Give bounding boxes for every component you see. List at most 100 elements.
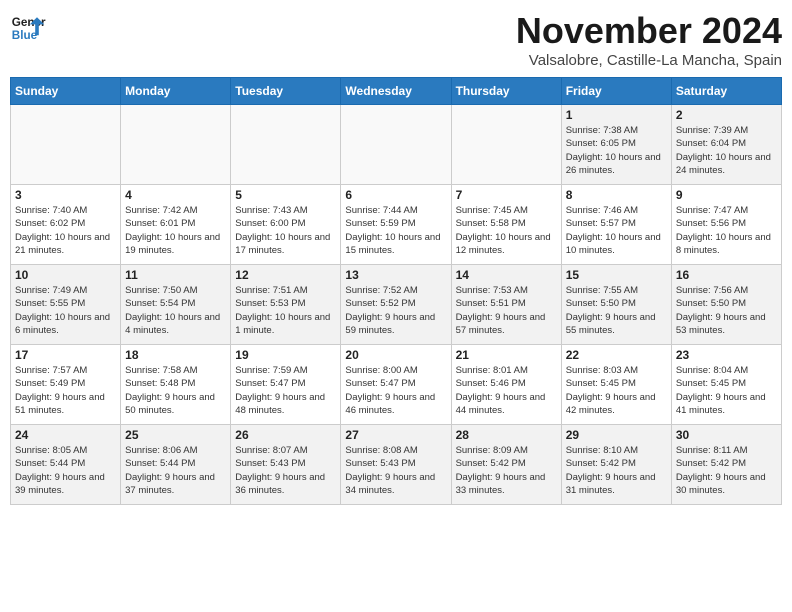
day-info: Sunrise: 7:38 AM Sunset: 6:05 PM Dayligh… — [566, 124, 667, 177]
day-info: Sunrise: 8:09 AM Sunset: 5:42 PM Dayligh… — [456, 444, 557, 497]
calendar-cell: 18 Sunrise: 7:58 AM Sunset: 5:48 PM Dayli… — [121, 345, 231, 425]
weekday-header: Saturday — [671, 78, 781, 105]
calendar-cell: 20 Sunrise: 8:00 AM Sunset: 5:47 PM Dayli… — [341, 345, 451, 425]
calendar-cell: 7 Sunrise: 7:45 AM Sunset: 5:58 PM Daylig… — [451, 185, 561, 265]
day-info: Sunrise: 8:06 AM Sunset: 5:44 PM Dayligh… — [125, 444, 226, 497]
day-number: 5 — [235, 188, 336, 202]
day-number: 16 — [676, 268, 777, 282]
calendar-cell: 9 Sunrise: 7:47 AM Sunset: 5:56 PM Daylig… — [671, 185, 781, 265]
day-info: Sunrise: 7:56 AM Sunset: 5:50 PM Dayligh… — [676, 284, 777, 337]
calendar-cell: 23Sunrise: 8:04 AM Sunset: 5:45 PM Dayli… — [671, 345, 781, 425]
weekday-header: Thursday — [451, 78, 561, 105]
calendar-cell: 14 Sunrise: 7:53 AM Sunset: 5:51 PM Dayli… — [451, 265, 561, 345]
day-number: 9 — [676, 188, 777, 202]
calendar-cell — [121, 105, 231, 185]
logo-icon: General Blue — [10, 10, 46, 46]
calendar-cell: 12Sunrise: 7:51 AM Sunset: 5:53 PM Dayli… — [231, 265, 341, 345]
day-info: Sunrise: 7:53 AM Sunset: 5:51 PM Dayligh… — [456, 284, 557, 337]
day-info: Sunrise: 7:47 AM Sunset: 5:56 PM Dayligh… — [676, 204, 777, 257]
calendar-cell — [11, 105, 121, 185]
day-info: Sunrise: 7:57 AM Sunset: 5:49 PM Dayligh… — [15, 364, 116, 417]
calendar-cell: 4Sunrise: 7:42 AM Sunset: 6:01 PM Daylig… — [121, 185, 231, 265]
day-info: Sunrise: 7:44 AM Sunset: 5:59 PM Dayligh… — [345, 204, 446, 257]
day-number: 17 — [15, 348, 116, 362]
calendar-week-row: 17 Sunrise: 7:57 AM Sunset: 5:49 PM Dayli… — [11, 345, 782, 425]
calendar-cell: 6 Sunrise: 7:44 AM Sunset: 5:59 PM Daylig… — [341, 185, 451, 265]
day-info: Sunrise: 8:00 AM Sunset: 5:47 PM Dayligh… — [345, 364, 446, 417]
day-number: 24 — [15, 428, 116, 442]
day-number: 22 — [566, 348, 667, 362]
title-area: November 2024 Valsalobre, Castille-La Ma… — [516, 10, 782, 69]
day-info: Sunrise: 8:08 AM Sunset: 5:43 PM Dayligh… — [345, 444, 446, 497]
calendar-cell: 30Sunrise: 8:11 AM Sunset: 5:42 PM Dayli… — [671, 425, 781, 505]
day-info: Sunrise: 7:40 AM Sunset: 6:02 PM Dayligh… — [15, 204, 116, 257]
calendar-week-row: 3 Sunrise: 7:40 AM Sunset: 6:02 PM Daylig… — [11, 185, 782, 265]
calendar-cell — [451, 105, 561, 185]
svg-text:Blue: Blue — [12, 29, 38, 42]
calendar-cell: 10 Sunrise: 7:49 AM Sunset: 5:55 PM Dayli… — [11, 265, 121, 345]
day-info: Sunrise: 8:10 AM Sunset: 5:42 PM Dayligh… — [566, 444, 667, 497]
day-number: 21 — [456, 348, 557, 362]
weekday-header: Tuesday — [231, 78, 341, 105]
day-info: Sunrise: 7:45 AM Sunset: 5:58 PM Dayligh… — [456, 204, 557, 257]
calendar-header-row: SundayMondayTuesdayWednesdayThursdayFrid… — [11, 78, 782, 105]
day-info: Sunrise: 8:01 AM Sunset: 5:46 PM Dayligh… — [456, 364, 557, 417]
day-number: 8 — [566, 188, 667, 202]
month-title: November 2024 — [516, 10, 782, 52]
day-number: 29 — [566, 428, 667, 442]
weekday-header: Monday — [121, 78, 231, 105]
calendar-week-row: 24 Sunrise: 8:05 AM Sunset: 5:44 PM Dayli… — [11, 425, 782, 505]
calendar-cell: 8Sunrise: 7:46 AM Sunset: 5:57 PM Daylig… — [561, 185, 671, 265]
day-info: Sunrise: 7:43 AM Sunset: 6:00 PM Dayligh… — [235, 204, 336, 257]
weekday-header: Sunday — [11, 78, 121, 105]
calendar-cell: 29 Sunrise: 8:10 AM Sunset: 5:42 PM Dayli… — [561, 425, 671, 505]
day-number: 18 — [125, 348, 226, 362]
day-info: Sunrise: 7:55 AM Sunset: 5:50 PM Dayligh… — [566, 284, 667, 337]
day-number: 10 — [15, 268, 116, 282]
calendar-cell: 15Sunrise: 7:55 AM Sunset: 5:50 PM Dayli… — [561, 265, 671, 345]
calendar-cell: 19Sunrise: 7:59 AM Sunset: 5:47 PM Dayli… — [231, 345, 341, 425]
day-number: 7 — [456, 188, 557, 202]
calendar-week-row: 10 Sunrise: 7:49 AM Sunset: 5:55 PM Dayli… — [11, 265, 782, 345]
day-number: 1 — [566, 108, 667, 122]
day-number: 13 — [345, 268, 446, 282]
calendar-cell: 28 Sunrise: 8:09 AM Sunset: 5:42 PM Dayli… — [451, 425, 561, 505]
calendar-cell: 1 Sunrise: 7:38 AM Sunset: 6:05 PM Daylig… — [561, 105, 671, 185]
page-header: General Blue November 2024 Valsalobre, C… — [10, 10, 782, 69]
day-info: Sunrise: 7:50 AM Sunset: 5:54 PM Dayligh… — [125, 284, 226, 337]
calendar-cell: 2Sunrise: 7:39 AM Sunset: 6:04 PM Daylig… — [671, 105, 781, 185]
day-number: 20 — [345, 348, 446, 362]
day-info: Sunrise: 8:07 AM Sunset: 5:43 PM Dayligh… — [235, 444, 336, 497]
weekday-header: Wednesday — [341, 78, 451, 105]
day-number: 23 — [676, 348, 777, 362]
day-number: 4 — [125, 188, 226, 202]
calendar-cell: 25 Sunrise: 8:06 AM Sunset: 5:44 PM Dayli… — [121, 425, 231, 505]
day-number: 6 — [345, 188, 446, 202]
day-number: 25 — [125, 428, 226, 442]
day-info: Sunrise: 7:58 AM Sunset: 5:48 PM Dayligh… — [125, 364, 226, 417]
day-number: 3 — [15, 188, 116, 202]
day-info: Sunrise: 7:52 AM Sunset: 5:52 PM Dayligh… — [345, 284, 446, 337]
calendar-body: 1 Sunrise: 7:38 AM Sunset: 6:05 PM Daylig… — [11, 105, 782, 505]
calendar-table: SundayMondayTuesdayWednesdayThursdayFrid… — [10, 77, 782, 505]
day-info: Sunrise: 7:39 AM Sunset: 6:04 PM Dayligh… — [676, 124, 777, 177]
calendar-cell: 21 Sunrise: 8:01 AM Sunset: 5:46 PM Dayli… — [451, 345, 561, 425]
location-subtitle: Valsalobre, Castille-La Mancha, Spain — [516, 52, 782, 69]
day-info: Sunrise: 8:03 AM Sunset: 5:45 PM Dayligh… — [566, 364, 667, 417]
day-number: 27 — [345, 428, 446, 442]
day-number: 14 — [456, 268, 557, 282]
calendar-cell: 16 Sunrise: 7:56 AM Sunset: 5:50 PM Dayli… — [671, 265, 781, 345]
day-info: Sunrise: 7:49 AM Sunset: 5:55 PM Dayligh… — [15, 284, 116, 337]
calendar-cell: 3 Sunrise: 7:40 AM Sunset: 6:02 PM Daylig… — [11, 185, 121, 265]
day-info: Sunrise: 8:05 AM Sunset: 5:44 PM Dayligh… — [15, 444, 116, 497]
calendar-cell: 26Sunrise: 8:07 AM Sunset: 5:43 PM Dayli… — [231, 425, 341, 505]
calendar-cell: 11 Sunrise: 7:50 AM Sunset: 5:54 PM Dayli… — [121, 265, 231, 345]
calendar-cell: 17 Sunrise: 7:57 AM Sunset: 5:49 PM Dayli… — [11, 345, 121, 425]
day-number: 28 — [456, 428, 557, 442]
logo: General Blue — [10, 10, 46, 46]
day-number: 11 — [125, 268, 226, 282]
weekday-header: Friday — [561, 78, 671, 105]
day-info: Sunrise: 7:51 AM Sunset: 5:53 PM Dayligh… — [235, 284, 336, 337]
day-info: Sunrise: 7:59 AM Sunset: 5:47 PM Dayligh… — [235, 364, 336, 417]
calendar-week-row: 1 Sunrise: 7:38 AM Sunset: 6:05 PM Daylig… — [11, 105, 782, 185]
